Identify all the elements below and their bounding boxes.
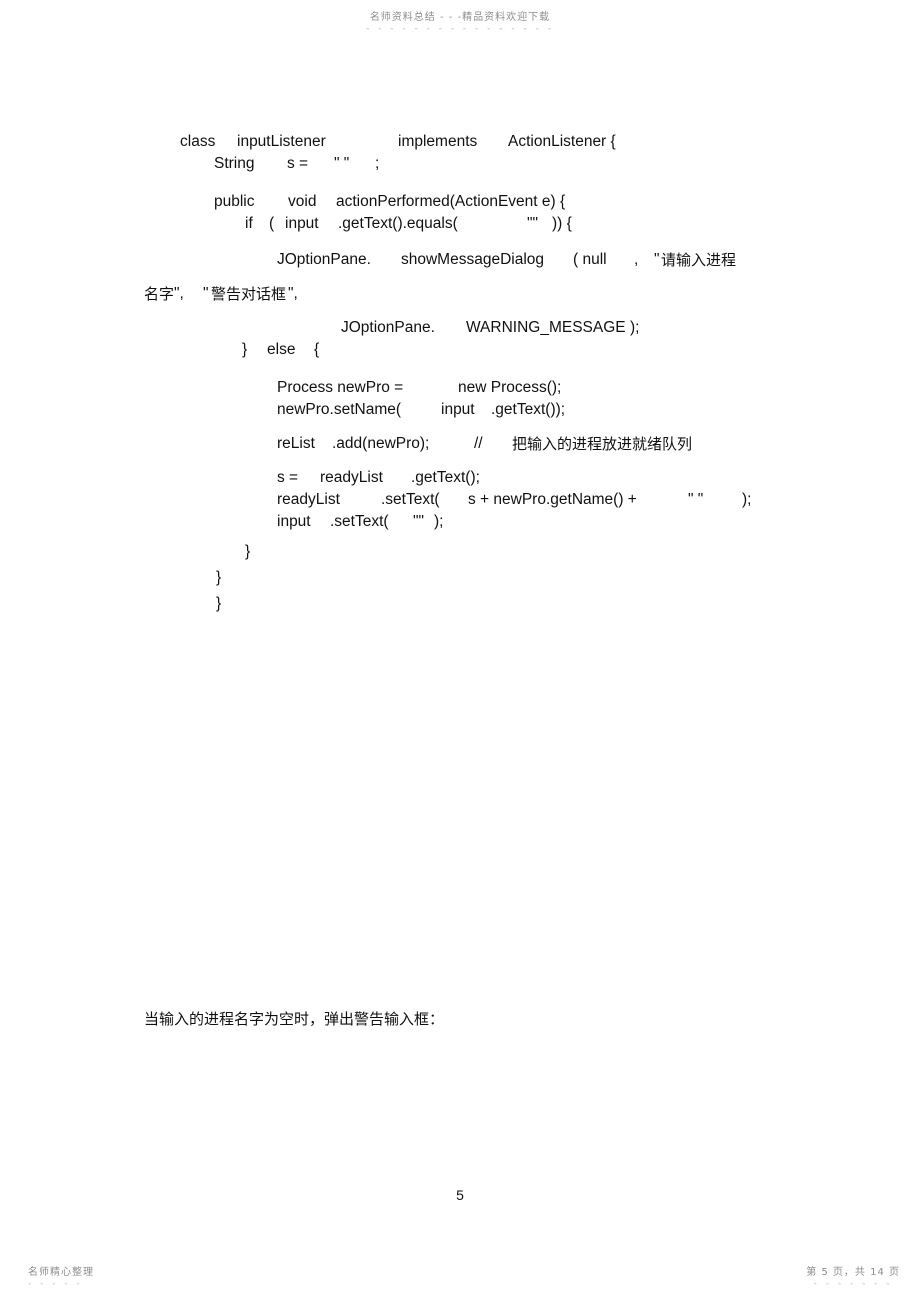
line-set-name-run-2: .getText()); xyxy=(491,401,566,418)
watermark-footer-left: 名师精心整理 - - - - - xyxy=(28,1263,94,1289)
line-show-message-dialog-run-2: ( null xyxy=(573,251,607,268)
watermark-footer-left-dashes: - - - - - xyxy=(28,1279,83,1289)
line-s-gettext-run-1: readyList xyxy=(320,469,383,486)
line-if-input-empty-run-3: .getText().equals( xyxy=(338,215,458,232)
line-if-input-empty-run-5: )) { xyxy=(552,215,572,232)
line-close-brace-inner: } xyxy=(0,541,920,563)
line-set-name: newPro.setName( input .getText()); xyxy=(0,399,920,421)
line-relist-add-run-2: // xyxy=(474,435,483,452)
line-warning-message-run-1: WARNING_MESSAGE xyxy=(466,319,626,336)
line-input-settext-run-3: ); xyxy=(434,513,444,530)
line-readylist-settext-run-2: s + newPro.getName() + xyxy=(468,491,637,508)
line-close-brace-outer-run-0: } xyxy=(216,595,222,612)
watermark-header-dashes: - - - - - - - - - - - - - - - - xyxy=(366,24,554,34)
watermark-header: 名师资料总结 - - -精品资料欢迎下载 - - - - - - - - - -… xyxy=(0,8,920,34)
line-else-run-2: { xyxy=(314,341,320,358)
line-warning-message: JOptionPane. WARNING_MESSAGE); xyxy=(0,317,920,339)
line-warning-message-run-0: JOptionPane. xyxy=(341,319,435,336)
body-paragraph: 当输入的进程名字为空时，弹出警告输入框： xyxy=(144,1010,445,1028)
footer-page-count: 第 5 页，共 14 页 - - - - - - - xyxy=(806,1263,900,1289)
watermark-footer-left-text: 名师精心整理 xyxy=(28,1267,94,1278)
line-string-s: String s = " "; xyxy=(0,153,920,175)
line-class-decl-run-1: inputListener xyxy=(237,133,326,150)
footer-page-count-dashes: - - - - - - - xyxy=(813,1279,893,1289)
line-dialog-title: 名字 ", " 警告对话框 ", xyxy=(0,283,920,305)
line-relist-add-run-0: reList xyxy=(277,435,315,452)
line-s-gettext: s = readyList .getText(); xyxy=(0,467,920,489)
line-if-input-empty-run-0: if xyxy=(245,215,253,232)
line-class-decl-run-0: class xyxy=(180,133,216,150)
line-relist-add: reList .add(newPro); // 把输入的进程放进就绪队列 xyxy=(0,433,920,455)
line-string-s-run-1: s = xyxy=(287,155,309,172)
line-if-input-empty-run-4: "" xyxy=(527,215,539,232)
line-action-performed-run-1: void xyxy=(288,193,317,210)
line-s-gettext-run-2: .getText(); xyxy=(411,469,480,486)
line-relist-add-run-3: 把输入的进程放进就绪队列 xyxy=(512,435,693,453)
line-s-gettext-run-0: s = xyxy=(277,469,299,486)
line-set-name-run-0: newPro.setName( xyxy=(277,401,402,418)
line-dialog-title-run-1: ", xyxy=(174,285,184,302)
line-action-performed-run-2: actionPerformed(ActionEvent e) { xyxy=(336,193,566,210)
line-input-settext-run-1: .setText( xyxy=(330,513,389,530)
line-new-process: Process newPro = new Process(); xyxy=(0,377,920,399)
line-else: } else { xyxy=(0,339,920,361)
line-dialog-title-run-3: 警告对话框 xyxy=(211,285,287,303)
code-block: class inputListener implements ActionListen… xyxy=(0,131,920,615)
line-show-message-dialog-run-1: showMessageDialog xyxy=(401,251,545,268)
line-close-brace-inner-run-0: } xyxy=(245,543,251,560)
line-show-message-dialog-run-0: JOptionPane. xyxy=(277,251,371,268)
line-if-input-empty-run-2: input xyxy=(285,215,319,232)
line-class-decl-run-3: ActionListener { xyxy=(508,133,616,150)
line-dialog-title-run-4: ", xyxy=(288,285,298,302)
line-input-settext: input .setText( ""); xyxy=(0,511,920,533)
line-input-settext-run-0: input xyxy=(277,513,311,530)
line-dialog-title-run-0: 名字 xyxy=(144,285,175,303)
line-close-brace-outer: } xyxy=(0,593,920,615)
line-readylist-settext-run-3: " " xyxy=(688,491,704,508)
line-class-decl: class inputListener implements ActionListen… xyxy=(0,131,920,153)
line-else-run-1: else xyxy=(267,341,296,358)
line-close-brace-middle-run-0: } xyxy=(216,569,222,586)
line-show-message-dialog-run-4: " xyxy=(654,251,660,268)
page-number: 5 xyxy=(456,1187,464,1203)
line-action-performed-run-0: public xyxy=(214,193,255,210)
line-readylist-settext: readyList .setText( s + newPro.getName() +… xyxy=(0,489,920,511)
line-readylist-settext-run-0: readyList xyxy=(277,491,340,508)
line-set-name-run-1: input xyxy=(441,401,475,418)
line-readylist-settext-run-1: .setText( xyxy=(381,491,440,508)
line-input-settext-run-2: "" xyxy=(413,513,425,530)
line-else-run-0: } xyxy=(242,341,248,358)
line-warning-message-run-2: ); xyxy=(630,319,640,336)
line-dialog-title-run-2: " xyxy=(203,285,209,302)
line-show-message-dialog-run-5: 请输入进程 xyxy=(661,251,737,269)
line-string-s-run-2: " " xyxy=(334,155,350,172)
line-readylist-settext-run-4: ); xyxy=(742,491,752,508)
line-close-brace-middle: } xyxy=(0,567,920,589)
line-show-message-dialog: JOptionPane. showMessageDialog ( null, " 请输入… xyxy=(0,249,920,271)
line-string-s-run-0: String xyxy=(214,155,255,172)
footer-page-count-text: 第 5 页，共 14 页 xyxy=(806,1267,900,1278)
line-if-input-empty: if ( input .getText().equals( "" )) { xyxy=(0,213,920,235)
line-relist-add-run-1: .add(newPro); xyxy=(332,435,430,452)
line-new-process-run-1: new Process(); xyxy=(458,379,562,396)
line-show-message-dialog-run-3: , xyxy=(634,251,639,268)
line-string-s-run-3: ; xyxy=(375,155,380,172)
line-class-decl-run-2: implements xyxy=(398,133,478,150)
line-action-performed: public void actionPerformed(ActionEvent e)… xyxy=(0,191,920,213)
line-if-input-empty-run-1: ( xyxy=(269,215,275,232)
watermark-header-text: 名师资料总结 - - -精品资料欢迎下载 xyxy=(369,12,551,23)
line-new-process-run-0: Process newPro = xyxy=(277,379,404,396)
